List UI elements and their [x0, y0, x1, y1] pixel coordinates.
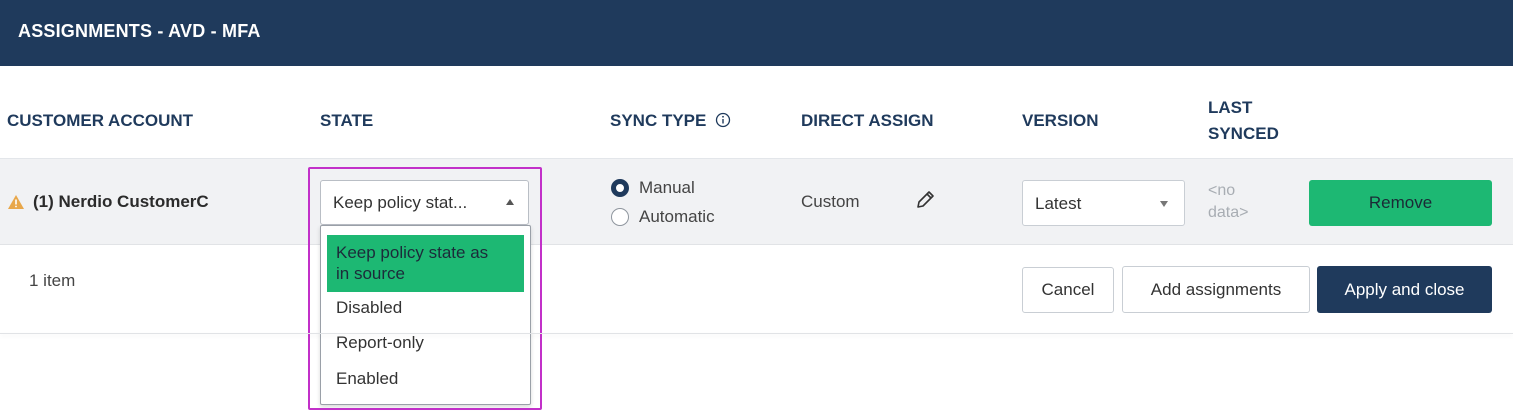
cancel-button[interactable]: Cancel — [1022, 267, 1114, 313]
last-synced-value-line1: <no — [1208, 182, 1236, 199]
info-icon[interactable] — [715, 112, 731, 128]
sync-automatic-radio[interactable] — [611, 208, 629, 226]
last-synced-line1: LAST — [1208, 98, 1253, 117]
column-header-last-synced: LAST SYNCED — [1208, 97, 1279, 145]
sync-manual-radio[interactable] — [611, 179, 629, 197]
dialog-title: ASSIGNMENTS - AVD - MFA — [18, 21, 261, 41]
direct-assign-value: Custom — [801, 192, 860, 211]
last-synced-line2: SYNCED — [1208, 124, 1279, 143]
remove-button[interactable]: Remove — [1309, 180, 1492, 226]
column-header-direct-assign: DIRECT ASSIGN — [801, 111, 934, 130]
last-synced-value: <no data> — [1208, 180, 1248, 224]
dialog-header: ASSIGNMENTS - AVD - MFA — [0, 0, 1513, 66]
footer-divider — [0, 333, 1513, 334]
sync-manual-label: Manual — [639, 178, 695, 197]
column-header-customer-account: CUSTOMER ACCOUNT — [7, 111, 194, 130]
pencil-icon[interactable] — [913, 188, 937, 212]
last-synced-value-line2: data> — [1208, 204, 1249, 221]
apply-and-close-button[interactable]: Apply and close — [1317, 266, 1492, 313]
column-header-sync-type: SYNC TYPE — [610, 110, 731, 132]
caret-down-icon — [1160, 201, 1168, 207]
column-header-version: VERSION — [1022, 111, 1099, 130]
version-select-value: Latest — [1035, 194, 1082, 213]
sync-automatic-label: Automatic — [639, 207, 715, 226]
warning-triangle-icon — [8, 195, 24, 209]
column-header-state: STATE — [320, 111, 374, 130]
version-select[interactable]: Latest — [1022, 180, 1185, 226]
customer-account-name: (1) Nerdio CustomerC — [33, 192, 209, 211]
highlight-box — [308, 167, 542, 410]
table-row — [0, 159, 1513, 245]
item-count: 1 item — [29, 271, 76, 290]
add-assignments-button[interactable]: Add assignments — [1122, 266, 1310, 313]
sync-type-label: SYNC TYPE — [610, 111, 707, 130]
